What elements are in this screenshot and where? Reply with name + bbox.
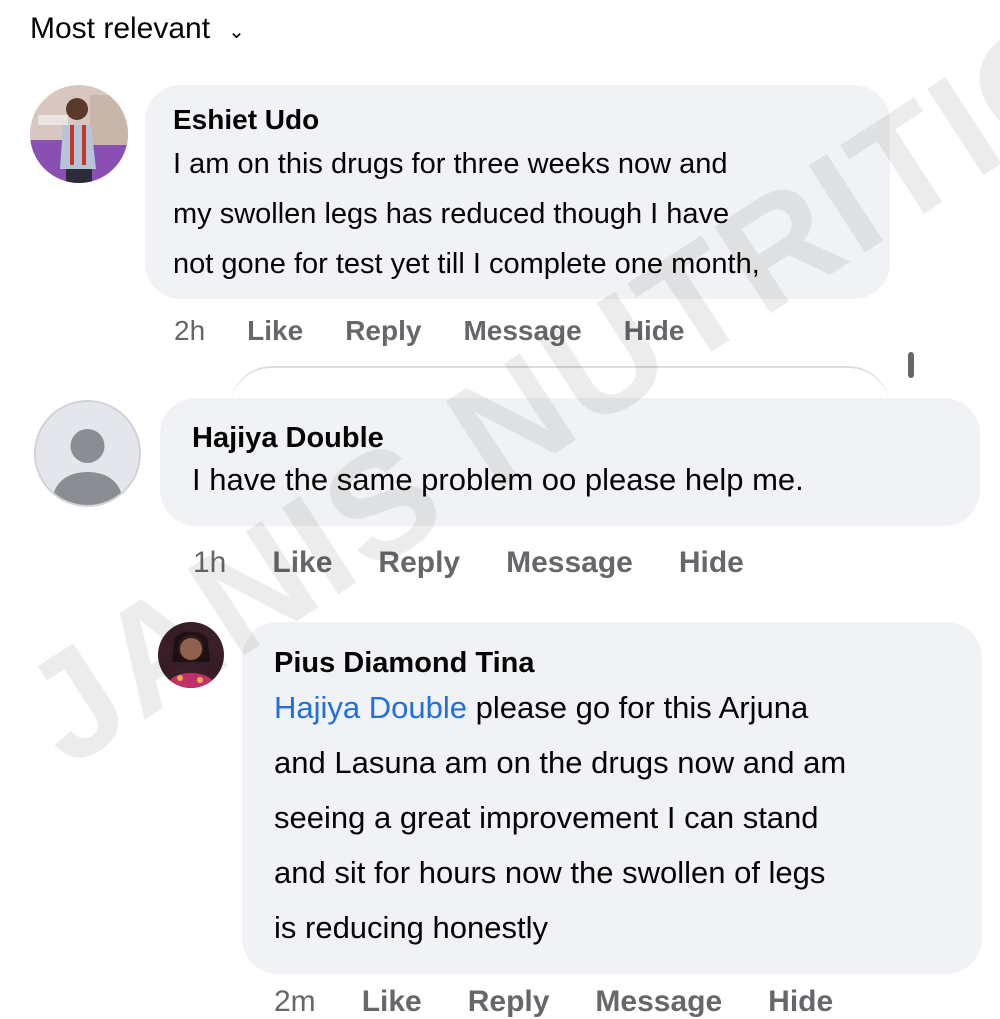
- chevron-down-icon: ⌄: [228, 20, 245, 43]
- comment-actions: 2h Like Reply Message Hide: [174, 315, 726, 347]
- comment-text: I am on this drugs for three weeks now a…: [173, 148, 760, 280]
- comment-author[interactable]: Eshiet Udo: [173, 105, 862, 135]
- comment-actions: 2m Like Reply Message Hide: [274, 985, 879, 1019]
- scrollbar[interactable]: [908, 352, 914, 378]
- message-button[interactable]: Message: [463, 315, 581, 347]
- reply-button[interactable]: Reply: [468, 985, 550, 1019]
- reply-button[interactable]: Reply: [345, 315, 421, 347]
- comment-actions: 1h Like Reply Message Hide: [193, 546, 790, 580]
- avatar-default[interactable]: [34, 400, 141, 507]
- avatar[interactable]: [30, 85, 128, 183]
- avatar[interactable]: [158, 622, 224, 688]
- sort-dropdown[interactable]: Most relevant ⌄: [30, 12, 245, 46]
- like-button[interactable]: Like: [272, 546, 332, 580]
- like-button[interactable]: Like: [362, 985, 422, 1019]
- reply-bubble: Pius Diamond Tina Hajiya Double please g…: [242, 622, 982, 974]
- comment-time: 2h: [174, 315, 206, 346]
- comment-bubble: Hajiya Double I have the same problem oo…: [160, 398, 980, 526]
- hide-button[interactable]: Hide: [624, 315, 685, 347]
- comment-author[interactable]: Pius Diamond Tina: [274, 646, 950, 680]
- mention-link[interactable]: Hajiya Double: [274, 690, 467, 725]
- comment-text: I have the same problem oo please help m…: [192, 462, 804, 497]
- message-button[interactable]: Message: [506, 546, 633, 580]
- sort-label: Most relevant: [30, 12, 211, 45]
- reply-button[interactable]: Reply: [378, 546, 460, 580]
- comment-text: Hajiya Double please go for this Arjuna …: [274, 690, 847, 945]
- like-button[interactable]: Like: [247, 315, 303, 347]
- comment-time: 2m: [274, 985, 316, 1018]
- comment-bubble: Eshiet Udo I am on this drugs for three …: [145, 85, 890, 299]
- hide-button[interactable]: Hide: [679, 546, 744, 580]
- comment-time: 1h: [193, 546, 227, 579]
- message-button[interactable]: Message: [595, 985, 722, 1019]
- comment-author[interactable]: Hajiya Double: [192, 422, 948, 454]
- hide-button[interactable]: Hide: [768, 985, 833, 1019]
